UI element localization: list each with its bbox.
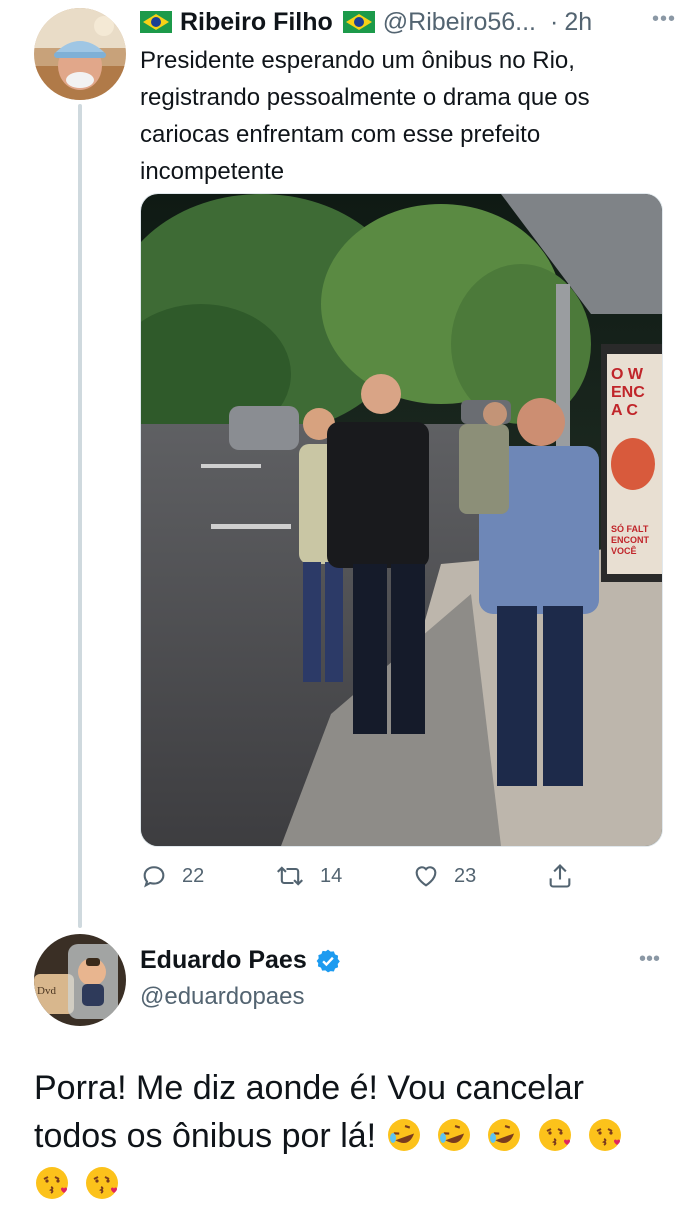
verified-badge-icon xyxy=(316,949,340,972)
brazil-flag-icon xyxy=(342,11,375,33)
reply-button[interactable]: 22 xyxy=(140,858,204,894)
billboard-text: ENC xyxy=(611,384,645,401)
tweet-photo[interactable]: O W ENC A C SÓ FALT ENCONT VOCÊ xyxy=(140,193,663,847)
kissing-heart-emoji-icon xyxy=(538,1119,571,1151)
reply-icon xyxy=(143,866,165,888)
more-options-icon[interactable]: ••• xyxy=(636,4,676,40)
tweet-time[interactable]: 2h xyxy=(564,8,592,37)
billboard-text: ENCONT xyxy=(611,535,650,545)
heart-icon xyxy=(415,866,437,887)
retweet-icon xyxy=(277,866,303,886)
parent-tweet-text: Presidente esperando um ônibus no Rio, r… xyxy=(140,47,590,185)
rolling-laughing-emoji-icon xyxy=(387,1119,420,1151)
more-options-icon[interactable]: ••• xyxy=(639,948,660,971)
share-button[interactable] xyxy=(546,858,588,894)
reply-count: 22 xyxy=(182,864,205,887)
parent-tweet-header: Ribeiro Filho @Ribeiro56... · 2h ••• xyxy=(140,4,676,40)
rolling-laughing-emoji-icon xyxy=(488,1119,521,1151)
like-button[interactable]: 23 xyxy=(412,858,476,894)
kissing-heart-emoji-icon xyxy=(589,1119,622,1151)
retweet-button[interactable]: 14 xyxy=(274,858,342,894)
svg-text:Dvd: Dvd xyxy=(37,985,56,997)
avatar-eduardo[interactable]: Dvd xyxy=(34,934,126,1026)
kissing-heart-emoji-icon xyxy=(86,1167,119,1199)
billboard-text: A C xyxy=(611,402,638,419)
author-handle[interactable]: @eduardopaes xyxy=(140,983,304,1011)
reply-tweet-text: Porra! Me diz aonde é! Vou cancelar todo… xyxy=(34,1064,674,1208)
author-name[interactable]: Eduardo Paes xyxy=(140,946,307,975)
avatar-ribeiro[interactable] xyxy=(34,8,126,100)
thread-connector-line xyxy=(78,104,82,928)
reply-tweet-header: Eduardo Paes xyxy=(140,946,341,975)
brazil-flag-icon xyxy=(140,11,172,33)
author-handle[interactable]: @Ribeiro56... xyxy=(383,8,536,37)
rolling-laughing-emoji-icon xyxy=(438,1119,471,1151)
separator-dot: · xyxy=(550,7,559,36)
author-name[interactable]: Ribeiro Filho xyxy=(180,8,333,37)
kissing-heart-emoji-icon xyxy=(36,1167,68,1199)
retweet-count: 14 xyxy=(320,864,343,887)
billboard-text: SÓ FALT xyxy=(611,523,649,534)
billboard-text: VOCÊ xyxy=(611,545,637,556)
tweet-action-bar: 22 14 23 xyxy=(140,858,580,894)
like-count: 23 xyxy=(454,864,477,887)
billboard-text: O W xyxy=(611,366,644,383)
share-icon xyxy=(549,864,571,888)
